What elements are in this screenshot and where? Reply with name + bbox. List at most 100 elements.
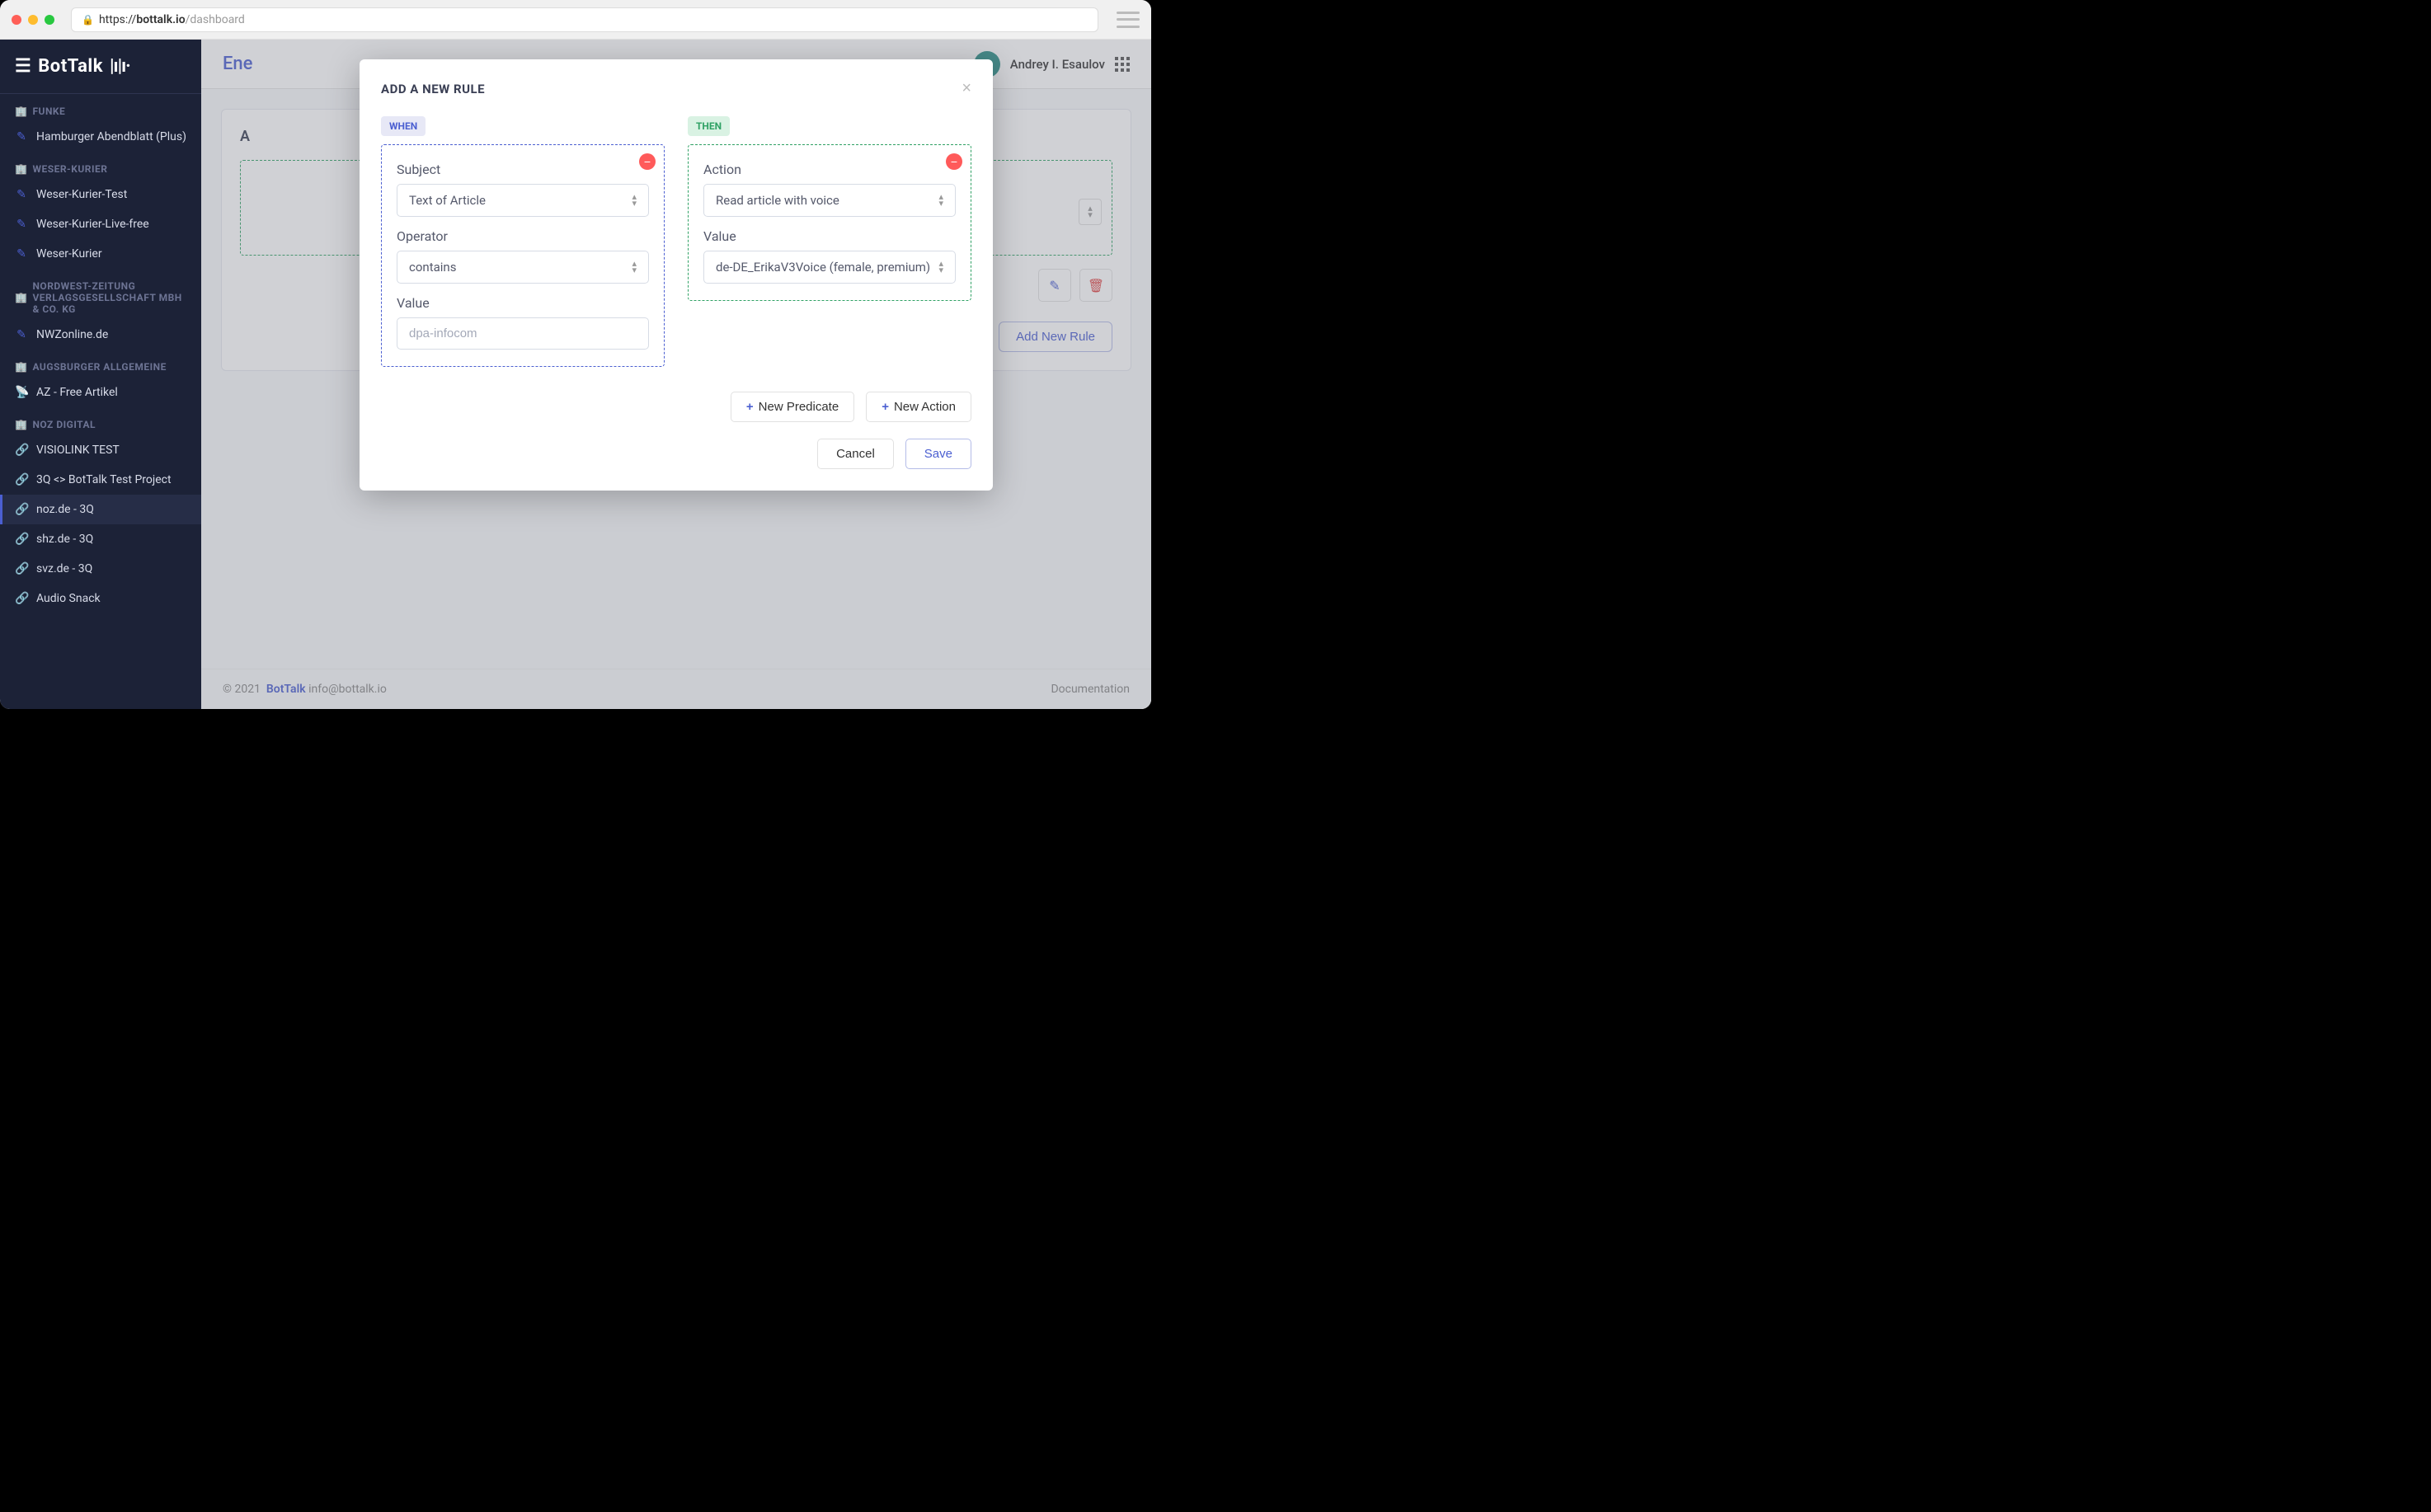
sidebar-item-label: Weser-Kurier-Test (36, 188, 127, 201)
chevron-updown-icon: ▴▾ (938, 194, 943, 207)
when-value-label: Value (397, 295, 649, 311)
chevron-updown-icon: ▴▾ (632, 194, 637, 207)
action-value: Read article with voice (716, 193, 839, 208)
then-tag: THEN (688, 116, 730, 136)
nav-icon: 🔗 (15, 533, 28, 546)
sidebar-item-label: AZ - Free Artikel (36, 386, 118, 399)
add-rule-modal: ADD A NEW RULE × WHEN − Subject Text of … (360, 59, 993, 491)
sidebar-item[interactable]: 📡 AZ - Free Artikel (0, 378, 201, 407)
plus-icon: + (882, 400, 889, 414)
sidebar-item-label: VISIOLINK TEST (36, 444, 120, 457)
sidebar-item-label: Weser-Kurier (36, 247, 102, 261)
building-icon: 🏢 (15, 419, 27, 430)
building-icon: 🏢 (15, 361, 27, 373)
sidebar-item[interactable]: ✎ Weser-Kurier-Live-free (0, 209, 201, 239)
nav-icon: 📡 (15, 386, 28, 399)
url-scheme: https:// (99, 13, 136, 26)
modal-title: ADD A NEW RULE (381, 82, 485, 96)
nav-icon: 🔗 (15, 444, 28, 457)
sidebar-item-label: Weser-Kurier-Live-free (36, 218, 149, 231)
modal-overlay: ADD A NEW RULE × WHEN − Subject Text of … (201, 40, 1151, 709)
nav-icon: 🔗 (15, 592, 28, 605)
url-path: /dashboard (186, 13, 245, 26)
remove-predicate-button[interactable]: − (639, 153, 656, 170)
when-tag: WHEN (381, 116, 426, 136)
save-button[interactable]: Save (905, 439, 971, 469)
nav-icon: ✎ (15, 188, 28, 201)
building-icon: 🏢 (15, 163, 27, 175)
url-bar[interactable]: 🔒 https://bottalk.io/dashboard (71, 7, 1098, 32)
sidebar-item[interactable]: 🔗 VISIOLINK TEST (0, 435, 201, 465)
nav-icon: 🔗 (15, 562, 28, 575)
when-column: WHEN − Subject Text of Article ▴▾ Operat… (381, 116, 665, 367)
new-predicate-button[interactable]: + New Predicate (731, 392, 854, 422)
plus-icon: + (746, 400, 754, 414)
sidebar-item-label: 3Q <> BotTalk Test Project (36, 473, 172, 486)
sidebar-item[interactable]: 🔗 shz.de - 3Q (0, 524, 201, 554)
subject-value: Text of Article (409, 193, 486, 208)
nav-icon: ✎ (15, 247, 28, 261)
sidebar-item[interactable]: ✎ NWZonline.de (0, 320, 201, 350)
sidebar-item[interactable]: 🔗 noz.de - 3Q (0, 495, 201, 524)
maximize-window[interactable] (45, 15, 54, 25)
nav-icon: ✎ (15, 328, 28, 341)
when-box: − Subject Text of Article ▴▾ Operator co… (381, 144, 665, 367)
sidebar-item[interactable]: 🔗 Audio Snack (0, 584, 201, 613)
then-value-value: de-DE_ErikaV3Voice (female, premium) (716, 260, 930, 275)
sidebar-item-label: shz.de - 3Q (36, 533, 93, 546)
minimize-window[interactable] (28, 15, 38, 25)
then-value-select[interactable]: de-DE_ErikaV3Voice (female, premium) ▴▾ (703, 251, 956, 284)
url-host: bottalk.io (136, 13, 185, 26)
sidebar-item[interactable]: ✎ Weser-Kurier-Test (0, 180, 201, 209)
new-action-label: New Action (894, 400, 956, 414)
browser-menu-icon[interactable] (1117, 12, 1140, 28)
sidebar-item[interactable]: ✎ Hamburger Abendblatt (Plus) (0, 122, 201, 152)
new-predicate-label: New Predicate (759, 400, 839, 414)
sidebar-item[interactable]: 🔗 svz.de - 3Q (0, 554, 201, 584)
sidebar: ☰ BotTalk |ı|ı· 🏢 FUNKE ✎ Hamburger Abendb… (0, 40, 201, 709)
remove-action-button[interactable]: − (946, 153, 962, 170)
when-value-input[interactable] (397, 317, 649, 350)
sidebar-group-label: 🏢 FUNKE (0, 94, 201, 122)
sidebar-group-label: 🏢 WESER-KURIER (0, 152, 201, 180)
operator-value: contains (409, 260, 456, 275)
nav-icon: ✎ (15, 130, 28, 143)
nav-icon: 🔗 (15, 473, 28, 486)
nav-icon: ✎ (15, 218, 28, 231)
subject-label: Subject (397, 162, 649, 177)
then-box: − Action Read article with voice ▴▾ Valu… (688, 144, 971, 301)
browser-chrome: 🔒 https://bottalk.io/dashboard (0, 0, 1151, 40)
sidebar-item[interactable]: 🔗 3Q <> BotTalk Test Project (0, 465, 201, 495)
chevron-updown-icon: ▴▾ (938, 261, 943, 274)
sidebar-item[interactable]: ✎ Weser-Kurier (0, 239, 201, 269)
window-controls (12, 15, 54, 25)
subject-select[interactable]: Text of Article ▴▾ (397, 184, 649, 217)
sidebar-group-label: 🏢 NOZ DIGITAL (0, 407, 201, 435)
action-label: Action (703, 162, 956, 177)
then-value-label: Value (703, 228, 956, 244)
logo-mark-icon: ☰ (15, 56, 31, 77)
building-icon: 🏢 (15, 106, 27, 117)
action-select[interactable]: Read article with voice ▴▾ (703, 184, 956, 217)
sidebar-group-label: 🏢 NORDWEST-ZEITUNG VERLAGSGESELLSCHAFT M… (0, 269, 201, 320)
operator-select[interactable]: contains ▴▾ (397, 251, 649, 284)
nav-icon: 🔗 (15, 503, 28, 516)
sidebar-item-label: NWZonline.de (36, 328, 108, 341)
sidebar-item-label: svz.de - 3Q (36, 562, 92, 575)
operator-label: Operator (397, 228, 649, 244)
logo-text: BotTalk (38, 56, 103, 77)
sidebar-group-label: 🏢 AUGSBURGER ALLGEMEINE (0, 350, 201, 378)
logo[interactable]: ☰ BotTalk |ı|ı· (0, 40, 201, 94)
close-icon[interactable]: × (962, 79, 971, 98)
sidebar-item-label: Hamburger Abendblatt (Plus) (36, 130, 186, 143)
close-window[interactable] (12, 15, 21, 25)
then-column: THEN − Action Read article with voice ▴▾… (688, 116, 971, 301)
new-action-button[interactable]: + New Action (866, 392, 971, 422)
chevron-updown-icon: ▴▾ (632, 261, 637, 274)
building-icon: 🏢 (15, 292, 27, 303)
cancel-button[interactable]: Cancel (817, 439, 894, 469)
sidebar-item-label: Audio Snack (36, 592, 101, 605)
sidebar-item-label: noz.de - 3Q (36, 503, 94, 516)
logo-bars-icon: |ı|ı· (110, 56, 130, 77)
lock-icon: 🔒 (82, 14, 94, 26)
